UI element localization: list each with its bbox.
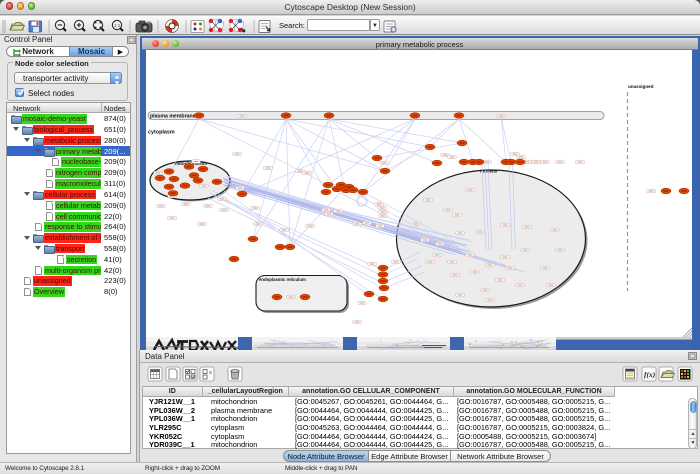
svg-text:plasma membrane: plasma membrane [150, 114, 196, 120]
svg-text:f(x): f(x) [644, 370, 656, 379]
svg-text:unassigned: unassigned [628, 84, 654, 89]
svg-text:1:1: 1:1 [114, 23, 121, 28]
svg-text:endoplasmic reticulum: endoplasmic reticulum [259, 277, 306, 282]
svg-text:cytoplasm: cytoplasm [148, 130, 175, 136]
